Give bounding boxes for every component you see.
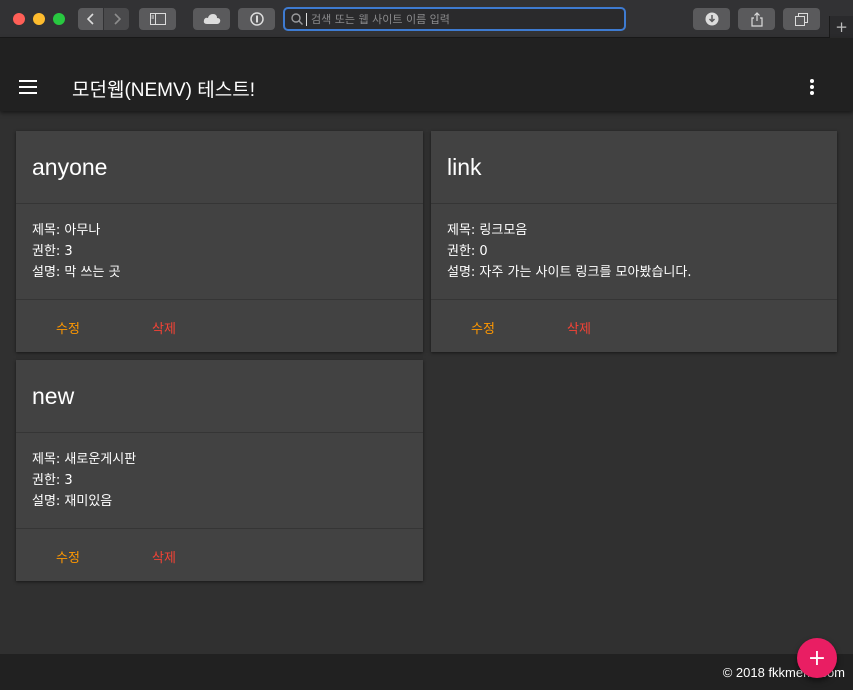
search-icon xyxy=(291,13,303,25)
address-bar[interactable]: 검색 또는 웹 사이트 이름 입력 xyxy=(283,7,626,31)
board-desc-line: 설명: 자주 가는 사이트 링크를 모아봤습니다. xyxy=(447,265,692,280)
card-actions: 수정 삭제 xyxy=(16,529,423,581)
card-header: new xyxy=(16,360,423,433)
card-header: anyone xyxy=(16,131,423,204)
browser-toolbar: 검색 또는 웹 사이트 이름 입력 + xyxy=(0,0,853,38)
icloud-tabs-button[interactable] xyxy=(193,8,230,30)
more-vert-icon[interactable] xyxy=(810,79,816,97)
card-body: 제목: 아무나 권한: 3 설명: 막 쓰는 곳 xyxy=(16,204,423,300)
cloud-icon xyxy=(203,14,220,24)
new-tab-button[interactable]: + xyxy=(829,16,853,38)
tabs-icon xyxy=(795,12,808,26)
board-title-line: 제목: 새로운게시판 xyxy=(32,452,137,467)
add-board-button[interactable]: + xyxy=(797,638,837,678)
edit-button[interactable]: 수정 xyxy=(56,318,80,337)
card-header: link xyxy=(431,131,837,204)
card-actions: 수정 삭제 xyxy=(16,300,423,352)
chevron-left-icon xyxy=(86,13,94,25)
board-level-line: 권한: 3 xyxy=(32,244,73,259)
board-title-line: 제목: 링크모음 xyxy=(447,223,528,238)
card-body: 제목: 링크모음 권한: 0 설명: 자주 가는 사이트 링크를 모아봤습니다. xyxy=(431,204,837,300)
plus-icon: + xyxy=(807,645,827,671)
board-card: link 제목: 링크모음 권한: 0 설명: 자주 가는 사이트 링크를 모아… xyxy=(431,131,837,352)
board-title-line: 제목: 아무나 xyxy=(32,223,101,238)
tab-overview-button[interactable] xyxy=(783,8,820,30)
forward-button[interactable] xyxy=(104,8,129,30)
board-desc-line: 설명: 막 쓰는 곳 xyxy=(32,265,121,280)
footer: © 2018 fkkmemi.com xyxy=(0,654,853,690)
board-desc-line: 설명: 재미있음 xyxy=(32,494,113,509)
edit-button[interactable]: 수정 xyxy=(471,318,495,337)
app-toolbar: 모던웹(NEMV) 테스트! xyxy=(0,38,853,111)
chevron-right-icon xyxy=(113,13,121,25)
fullscreen-window-button[interactable] xyxy=(53,13,65,25)
close-window-button[interactable] xyxy=(13,13,25,25)
share-button[interactable] xyxy=(738,8,775,30)
text-caret xyxy=(306,12,307,26)
share-icon xyxy=(750,11,763,27)
sidebar-icon xyxy=(149,13,166,25)
address-placeholder: 검색 또는 웹 사이트 이름 입력 xyxy=(311,13,450,26)
board-card: new 제목: 새로운게시판 권한: 3 설명: 재미있음 수정 삭제 xyxy=(16,360,423,581)
card-actions: 수정 삭제 xyxy=(431,300,837,352)
board-name: link xyxy=(447,153,482,180)
onepassword-icon xyxy=(249,12,264,26)
delete-button[interactable]: 삭제 xyxy=(152,547,176,566)
menu-icon[interactable] xyxy=(19,80,37,98)
sidebar-toggle-button[interactable] xyxy=(139,8,176,30)
board-level-line: 권한: 3 xyxy=(32,473,73,488)
delete-button[interactable]: 삭제 xyxy=(152,318,176,337)
minimize-window-button[interactable] xyxy=(33,13,45,25)
edit-button[interactable]: 수정 xyxy=(56,547,80,566)
history-nav xyxy=(78,8,129,30)
page-title: 모던웹(NEMV) 테스트! xyxy=(72,80,255,101)
board-card: anyone 제목: 아무나 권한: 3 설명: 막 쓰는 곳 수정 삭제 xyxy=(16,131,423,352)
downloads-button[interactable] xyxy=(693,8,730,30)
delete-button[interactable]: 삭제 xyxy=(567,318,591,337)
board-name: anyone xyxy=(32,153,108,180)
back-button[interactable] xyxy=(78,8,103,30)
board-level-line: 권한: 0 xyxy=(447,244,488,259)
board-name: new xyxy=(32,382,75,409)
download-icon xyxy=(705,12,718,26)
card-body: 제목: 새로운게시판 권한: 3 설명: 재미있음 xyxy=(16,433,423,529)
password-manager-button[interactable] xyxy=(238,8,275,30)
